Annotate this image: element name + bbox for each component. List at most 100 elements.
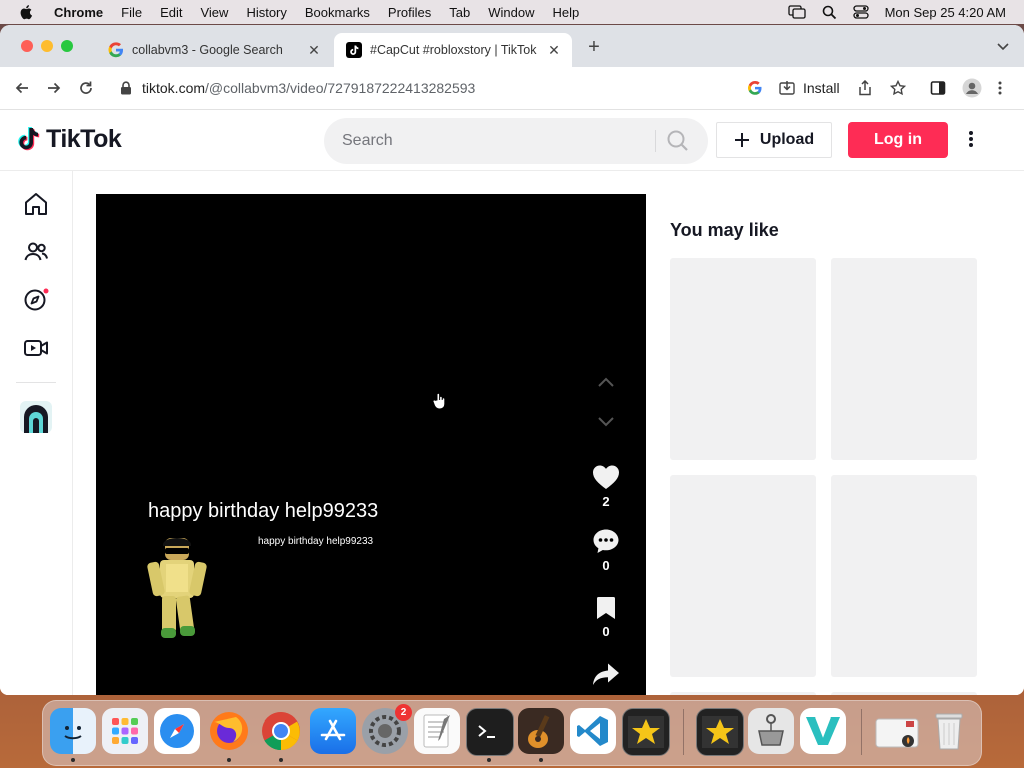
mouse-cursor-icon: [432, 392, 446, 410]
menu-window[interactable]: Window: [488, 5, 534, 20]
notification-badge: 2: [395, 704, 412, 721]
share-icon[interactable]: [858, 80, 872, 96]
minimize-window-button[interactable]: [41, 40, 53, 52]
more-options-icon[interactable]: [968, 130, 974, 148]
chrome-menu-icon[interactable]: [998, 81, 1002, 95]
lock-icon[interactable]: [120, 81, 132, 95]
tiktok-page: TikTok Upload Log in: [0, 110, 1024, 695]
plus-icon: [734, 133, 749, 147]
tab-google-search[interactable]: collabvm3 - Google Search ✕: [96, 33, 332, 67]
close-window-button[interactable]: [21, 40, 33, 52]
menu-view[interactable]: View: [200, 5, 228, 20]
search-divider: [655, 130, 656, 152]
tab-title: collabvm3 - Google Search: [132, 43, 283, 57]
comment-action[interactable]: 0: [590, 528, 622, 573]
share-action[interactable]: [590, 662, 622, 686]
back-icon[interactable]: [12, 78, 32, 98]
next-video-button[interactable]: [594, 410, 618, 434]
sidebar-item-following[interactable]: [22, 238, 50, 266]
install-app-icon[interactable]: [779, 80, 795, 96]
dock: 2: [42, 700, 982, 766]
running-indicator: [539, 758, 543, 762]
menu-clock[interactable]: Mon Sep 25 4:20 AM: [885, 5, 1006, 20]
save-action[interactable]: 0: [590, 596, 622, 639]
textedit-icon[interactable]: [414, 708, 460, 754]
apple-icon[interactable]: [18, 4, 36, 20]
imovie-icon[interactable]: [696, 708, 744, 756]
recommended-video-card[interactable]: [831, 475, 977, 677]
menu-app-name[interactable]: Chrome: [54, 5, 103, 20]
recommended-video-card[interactable]: [670, 258, 816, 460]
side-panel-icon[interactable]: [930, 80, 946, 96]
roblox-character-image: [147, 538, 207, 638]
previous-video-button[interactable]: [594, 370, 618, 394]
close-tab-icon[interactable]: ✕: [306, 42, 322, 58]
google-icon: [108, 42, 123, 58]
reload-icon[interactable]: [76, 78, 96, 98]
comment-count: 0: [602, 558, 610, 573]
forward-icon[interactable]: [44, 78, 64, 98]
safari-icon[interactable]: [154, 708, 200, 754]
terminal-icon[interactable]: [466, 708, 514, 756]
preview-icon[interactable]: [874, 708, 920, 754]
search-input[interactable]: [340, 131, 644, 151]
spotlight-search-icon[interactable]: [822, 5, 837, 20]
garageband-icon[interactable]: [518, 708, 564, 754]
url-host: tiktok.com: [142, 80, 206, 96]
profile-avatar-icon[interactable]: [962, 78, 982, 98]
search-bar[interactable]: [324, 118, 708, 164]
bookmark-star-icon[interactable]: [889, 80, 906, 96]
tiktok-header: TikTok Upload Log in: [0, 110, 1024, 171]
url-text[interactable]: tiktok.com/@collabvm3/video/727918722241…: [142, 80, 475, 96]
menu-tab[interactable]: Tab: [449, 5, 470, 20]
video-player[interactable]: happy birthday help99233 happy birthday …: [96, 194, 646, 695]
tiktok-logo[interactable]: TikTok: [16, 125, 122, 154]
video-caption-small: happy birthday help99233: [258, 536, 374, 547]
tab-tiktok[interactable]: #CapCut #robloxstory | TikTok ✕: [334, 33, 572, 67]
zoom-window-button[interactable]: [61, 40, 73, 52]
firefox-icon[interactable]: [206, 708, 252, 754]
menu-history[interactable]: History: [246, 5, 286, 20]
recommended-video-card[interactable]: [831, 692, 977, 695]
vectorworks-icon[interactable]: [800, 708, 846, 754]
bookmark-icon: [597, 597, 615, 619]
google-lens-icon[interactable]: [747, 80, 763, 96]
chrome-icon[interactable]: [258, 708, 304, 754]
imovie-icon[interactable]: [622, 708, 670, 756]
tiktok-sidebar: [0, 171, 73, 695]
omnibox-actions: Install: [747, 78, 1002, 98]
login-button[interactable]: Log in: [848, 122, 948, 158]
finder-icon[interactable]: [50, 708, 96, 754]
trash-icon[interactable]: [926, 708, 972, 754]
launchpad-icon[interactable]: [102, 708, 148, 754]
vscode-icon[interactable]: [570, 708, 616, 754]
sidebar-item-explore[interactable]: [22, 286, 50, 314]
recommended-video-card[interactable]: [831, 258, 977, 460]
control-center-icon[interactable]: [852, 5, 869, 19]
menu-file[interactable]: File: [121, 5, 142, 20]
sidebar-item-live[interactable]: [22, 334, 50, 362]
menu-help[interactable]: Help: [553, 5, 580, 20]
save-count: 0: [602, 624, 610, 639]
search-icon[interactable]: [666, 129, 690, 153]
tab-search-chevron-icon[interactable]: [996, 39, 1010, 53]
screen-mirroring-icon[interactable]: [787, 5, 806, 19]
new-tab-icon[interactable]: +: [584, 37, 604, 58]
menu-bookmarks[interactable]: Bookmarks: [305, 5, 370, 20]
menu-edit[interactable]: Edit: [160, 5, 182, 20]
upload-button[interactable]: Upload: [716, 122, 832, 158]
browser-toolbar: tiktok.com/@collabvm3/video/727918722241…: [0, 67, 1024, 110]
recommended-video-card[interactable]: [670, 475, 816, 677]
you-may-like-title: You may like: [670, 220, 779, 240]
close-tab-icon[interactable]: ✕: [546, 42, 562, 58]
menu-profiles[interactable]: Profiles: [388, 5, 431, 20]
install-label[interactable]: Install: [803, 80, 840, 96]
sidebar-item-home[interactable]: [22, 190, 50, 218]
app-store-icon[interactable]: [310, 708, 356, 754]
running-indicator: [487, 758, 491, 762]
sidebar-item-profile[interactable]: [20, 401, 52, 433]
like-action[interactable]: 2: [590, 464, 622, 509]
utility-icon[interactable]: [748, 708, 794, 754]
recommended-video-card[interactable]: [670, 692, 816, 695]
system-preferences-icon[interactable]: 2: [362, 704, 412, 754]
